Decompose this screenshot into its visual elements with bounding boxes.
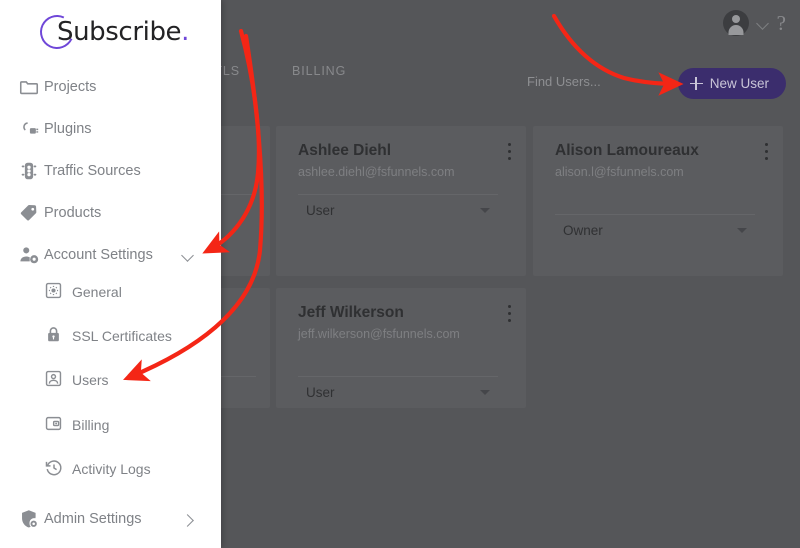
user-email: alison.l@fsfunnels.com	[555, 165, 684, 179]
shield-gear-icon	[18, 508, 40, 530]
caret-down-icon	[480, 390, 490, 395]
padlock-icon	[44, 325, 66, 347]
sidebar-item-label: Projects	[44, 79, 97, 95]
user-role-select[interactable]: User	[298, 194, 498, 226]
new-user-button-label: New User	[709, 76, 769, 91]
sidebar-item-plugins[interactable]: Plugins	[0, 109, 221, 149]
new-user-button[interactable]: New User	[677, 68, 786, 99]
user-name: Jeff Wilkerson	[298, 304, 404, 321]
brand-name: Subscribe.	[57, 17, 190, 47]
sidebar-item-label: Users	[72, 372, 109, 388]
user-role-value: User	[306, 385, 335, 400]
sidebar-item-admin-settings[interactable]: Admin Settings	[0, 499, 221, 539]
plug-icon	[18, 118, 40, 140]
sidebar-item-activity-logs[interactable]: Activity Logs	[0, 449, 221, 489]
plus-icon	[689, 77, 703, 90]
user-email: ashlee.diehl@fsfunnels.com	[298, 165, 455, 179]
app-root: ? /TLS BILLING Find Users... New User As…	[0, 0, 800, 548]
tab-billing[interactable]: BILLING	[292, 64, 346, 78]
user-card[interactable]: Alison Lamoureaux alison.l@fsfunnels.com…	[533, 126, 783, 276]
sidebar-item-label: Activity Logs	[72, 461, 151, 477]
user-role-value: Owner	[563, 223, 603, 238]
chevron-down-icon[interactable]	[757, 17, 769, 29]
kebab-menu-icon[interactable]	[508, 143, 512, 161]
chevron-down-icon[interactable]	[182, 250, 193, 261]
sidebar-item-label: Billing	[72, 417, 110, 433]
user-email: jeff.wilkerson@fsfunnels.com	[298, 327, 460, 341]
user-name: Alison Lamoureaux	[555, 142, 699, 159]
traffic-light-icon	[18, 160, 40, 182]
user-role-select[interactable]: User	[298, 376, 498, 408]
sidebar-item-label: General	[72, 284, 122, 300]
sidebar-item-label: Account Settings	[44, 247, 153, 263]
sidebar-item-label: Admin Settings	[44, 511, 142, 527]
sidebar-item-label: Plugins	[44, 121, 92, 137]
account-box-icon	[44, 369, 66, 391]
user-name: Ashlee Diehl	[298, 142, 392, 159]
sidebar-item-projects[interactable]: Projects	[0, 67, 221, 107]
sidebar-item-label: Traffic Sources	[44, 163, 141, 179]
sidebar-item-billing[interactable]: Billing	[0, 405, 221, 445]
kebab-menu-icon[interactable]	[765, 143, 769, 161]
user-card[interactable]: Ashlee Diehl ashlee.diehl@fsfunnels.com …	[276, 126, 526, 276]
folder-icon	[18, 76, 40, 98]
history-clock-icon	[44, 458, 66, 480]
sidebar: Subscribe. Projects Plugins Traffic Sour…	[0, 0, 221, 548]
caret-down-icon	[737, 228, 747, 233]
user-role-select[interactable]: Owner	[555, 214, 755, 246]
user-card[interactable]: Jeff Wilkerson jeff.wilkerson@fsfunnels.…	[276, 288, 526, 408]
sidebar-item-account-settings[interactable]: Account Settings	[0, 235, 221, 275]
gear-square-icon	[44, 281, 66, 303]
sidebar-item-traffic-sources[interactable]: Traffic Sources	[0, 151, 221, 191]
caret-down-icon	[480, 208, 490, 213]
wallet-square-icon	[44, 414, 66, 436]
person-gear-icon	[18, 244, 40, 266]
sidebar-item-general[interactable]: General	[0, 272, 221, 312]
user-role-value: User	[306, 203, 335, 218]
account-menu[interactable]: ?	[722, 10, 786, 36]
tag-icon	[18, 202, 40, 224]
sidebar-item-label: Products	[44, 205, 102, 221]
brand-logo[interactable]: Subscribe.	[35, 10, 189, 54]
sidebar-item-label: SSL Certificates	[72, 328, 172, 344]
kebab-menu-icon[interactable]	[508, 305, 512, 323]
sidebar-item-products[interactable]: Products	[0, 193, 221, 233]
sidebar-item-users[interactable]: Users	[0, 360, 221, 400]
search-input[interactable]: Find Users...	[527, 74, 601, 89]
sidebar-item-ssl-certificates[interactable]: SSL Certificates	[0, 316, 221, 356]
account-circle-icon[interactable]	[722, 10, 749, 36]
chevron-right-icon[interactable]	[182, 514, 193, 525]
question-mark-icon[interactable]: ?	[777, 10, 786, 36]
